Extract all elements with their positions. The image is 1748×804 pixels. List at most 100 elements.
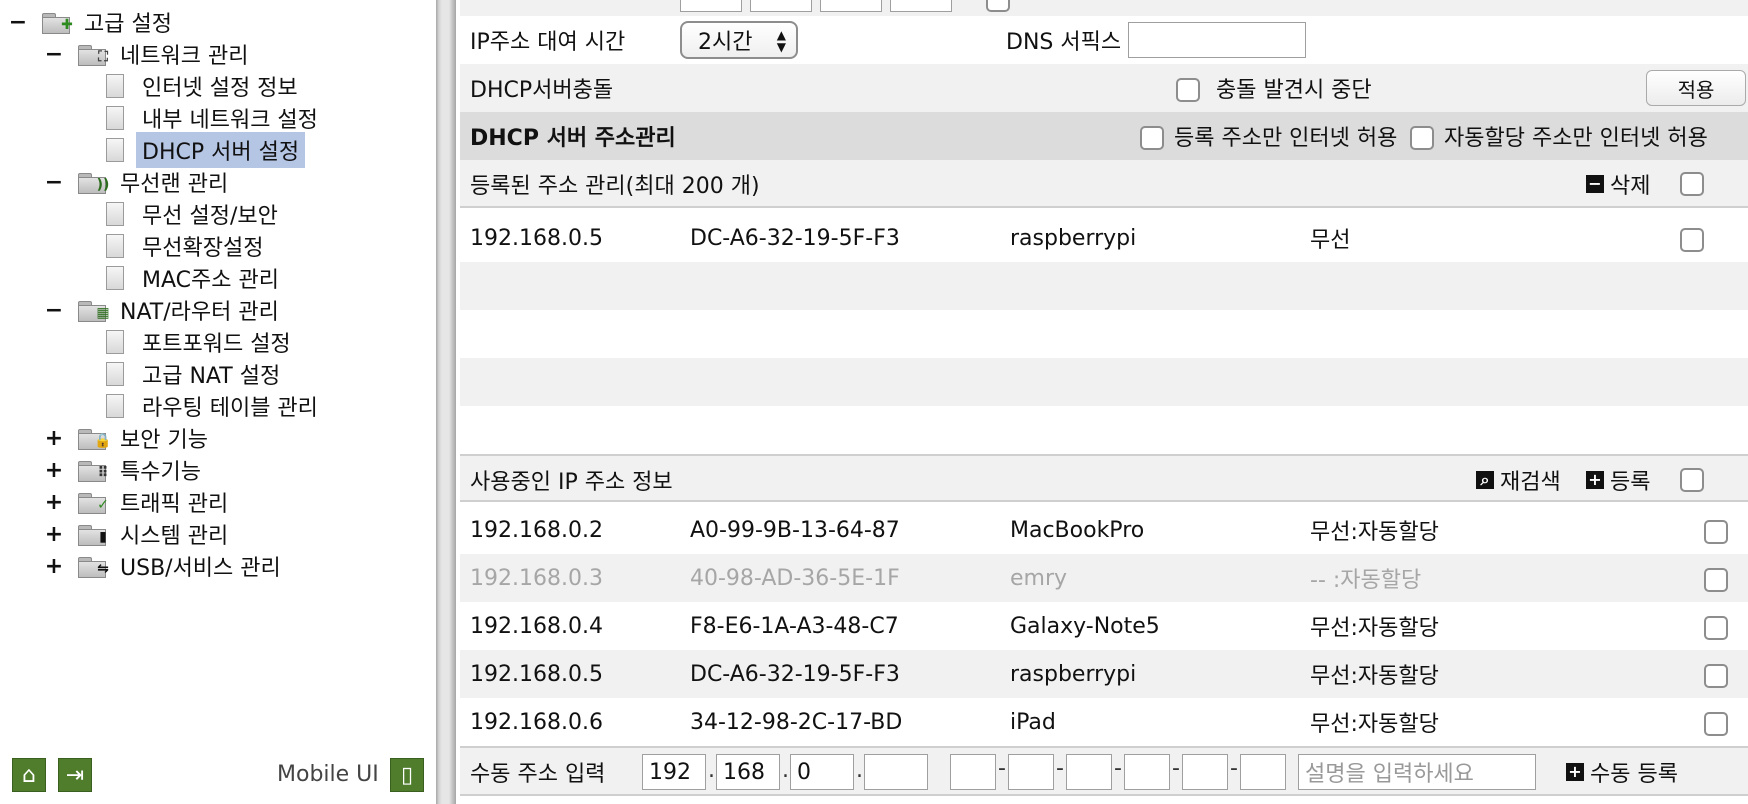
row-checkbox[interactable] bbox=[1704, 520, 1728, 544]
sidebar-footer: ⌂ ⇥ Mobile UI ▯ bbox=[12, 758, 432, 794]
tree-item-mac-management[interactable]: MAC주소 관리 bbox=[106, 262, 285, 294]
collapse-icon[interactable]: − bbox=[45, 294, 63, 326]
tree-item-label-selected: DHCP 서버 설정 bbox=[136, 132, 306, 168]
expand-icon[interactable]: + bbox=[45, 422, 63, 454]
ip-octet-input[interactable] bbox=[890, 0, 952, 12]
description-input[interactable]: 설명을 입력하세요 bbox=[1298, 754, 1536, 790]
mobile-phone-icon[interactable]: ▯ bbox=[390, 758, 424, 792]
collapse-icon[interactable]: − bbox=[9, 6, 27, 38]
tree-item-internal-network[interactable]: 내부 네트워크 설정 bbox=[106, 102, 324, 134]
ip-octet-input[interactable] bbox=[750, 0, 812, 12]
tree-group-label: 트래픽 관리 bbox=[120, 492, 229, 517]
page-icon bbox=[106, 266, 124, 290]
mobile-ui-link[interactable]: Mobile UI bbox=[277, 762, 379, 787]
lease-time-row: IP주소 대여 시간 2시간 ▲ ▼ DNS 서픽스 bbox=[460, 16, 1748, 64]
tree-item-port-forward[interactable]: 포트포워드 설정 bbox=[106, 326, 297, 358]
tree-item-routing-table[interactable]: 라우팅 테이블 관리 bbox=[106, 390, 324, 422]
table-row[interactable]: 192.168.0.4 F8-E6-1A-A3-48-C7 Galaxy-Not… bbox=[460, 602, 1748, 650]
dns-suffix-input[interactable] bbox=[1128, 22, 1306, 58]
dns-suffix-label: DNS 서픽스 bbox=[1006, 30, 1122, 55]
tree-group-wireless[interactable]: − )) 무선랜 관리 bbox=[45, 166, 228, 198]
select-all-in-use-checkbox[interactable] bbox=[1680, 468, 1704, 492]
mac-cell: F8-E6-1A-A3-48-C7 bbox=[690, 613, 899, 639]
row-checkbox[interactable] bbox=[1704, 664, 1728, 688]
tree-item-wireless-extension[interactable]: 무선확장설정 bbox=[106, 230, 269, 262]
collapse-icon[interactable]: − bbox=[45, 38, 63, 70]
tree-item-label: 무선 설정/보안 bbox=[142, 204, 278, 229]
row-checkbox[interactable] bbox=[1704, 616, 1728, 640]
ip-octet-2-input[interactable]: 168 bbox=[716, 754, 780, 790]
expand-icon[interactable]: + bbox=[45, 550, 63, 582]
mac-byte-4-input[interactable] bbox=[1124, 754, 1170, 790]
ip-octet-input[interactable] bbox=[820, 0, 882, 12]
row-checkbox[interactable] bbox=[1680, 228, 1704, 252]
stop-on-conflict-checkbox[interactable] bbox=[1176, 78, 1200, 102]
checkbox[interactable] bbox=[986, 0, 1010, 12]
logout-icon[interactable]: ⇥ bbox=[58, 758, 92, 792]
tree-item-wireless-security[interactable]: 무선 설정/보안 bbox=[106, 198, 284, 230]
tree-item-internet-info[interactable]: 인터넷 설정 정보 bbox=[106, 70, 304, 102]
plus-icon: + bbox=[1566, 763, 1584, 781]
rescan-action[interactable]: ⌕ 재검색 bbox=[1476, 456, 1561, 504]
frame-splitter[interactable] bbox=[436, 0, 456, 804]
dot-separator: . bbox=[856, 758, 863, 783]
tree-group-system[interactable]: + ▮ 시스템 관리 bbox=[45, 518, 229, 550]
table-row[interactable]: 192.168.0.3 40-98-AD-36-5E-1F emry -- :자… bbox=[460, 554, 1748, 602]
manual-register-action[interactable]: + 수동 등록 bbox=[1566, 748, 1678, 796]
mac-byte-5-input[interactable] bbox=[1182, 754, 1228, 790]
search-icon: ⌕ bbox=[1476, 471, 1494, 489]
type-cell: 무선:자동할당 bbox=[1310, 616, 1439, 641]
ip-octet-4-input[interactable] bbox=[864, 754, 928, 790]
home-icon[interactable]: ⌂ bbox=[12, 758, 46, 792]
expand-icon[interactable]: + bbox=[45, 454, 63, 486]
table-row[interactable]: 192.168.0.6 34-12-98-2C-17-BD iPad 무선:자동… bbox=[460, 698, 1748, 746]
dhcp-address-mgmt-header: DHCP 서버 주소관리 등록 주소만 인터넷 허용 자동할당 주소만 인터넷 … bbox=[460, 112, 1748, 160]
mac-byte-2-input[interactable] bbox=[1008, 754, 1054, 790]
type-cell: 무선:자동할당 bbox=[1310, 520, 1439, 545]
ip-cell: 192.168.0.4 bbox=[470, 613, 603, 639]
type-cell: -- :자동할당 bbox=[1310, 568, 1422, 593]
expand-icon[interactable]: + bbox=[45, 486, 63, 518]
registered-section-header: 등록된 주소 관리(최대 200 개) − 삭제 bbox=[460, 160, 1748, 208]
tree-root-advanced[interactable]: − ✚ 고급 설정 bbox=[9, 6, 172, 38]
mac-byte-3-input[interactable] bbox=[1066, 754, 1112, 790]
folder-usb-icon: ⇋ bbox=[78, 554, 112, 578]
tree-group-special[interactable]: + ⠿ 특수기능 bbox=[45, 454, 201, 486]
register-action[interactable]: + 등록 bbox=[1586, 456, 1650, 504]
delete-action[interactable]: − 삭제 bbox=[1586, 160, 1650, 208]
mac-cell: DC-A6-32-19-5F-F3 bbox=[690, 661, 900, 687]
row-checkbox[interactable] bbox=[1704, 712, 1728, 736]
apply-button[interactable]: 적용 bbox=[1646, 70, 1746, 106]
dash-separator: - bbox=[1230, 756, 1238, 781]
lease-time-select[interactable]: 2시간 ▲ ▼ bbox=[680, 21, 798, 59]
registered-only-checkbox[interactable] bbox=[1140, 126, 1164, 150]
table-row[interactable]: 192.168.0.2 A0-99-9B-13-64-87 MacBookPro… bbox=[460, 506, 1748, 554]
tree-group-security[interactable]: + 🔒 보안 기능 bbox=[45, 422, 208, 454]
table-row[interactable]: 192.168.0.5 DC-A6-32-19-5F-F3 raspberryp… bbox=[460, 214, 1748, 262]
tree-group-traffic[interactable]: + ✓ 트래픽 관리 bbox=[45, 486, 229, 518]
tree-group-nat-router[interactable]: − ▦ NAT/라우터 관리 bbox=[45, 294, 279, 326]
collapse-icon[interactable]: − bbox=[45, 166, 63, 198]
registered-only-label: 등록 주소만 인터넷 허용 bbox=[1174, 126, 1398, 151]
mac-byte-1-input[interactable] bbox=[950, 754, 996, 790]
row-checkbox[interactable] bbox=[1704, 568, 1728, 592]
table-row[interactable]: 192.168.0.5 DC-A6-32-19-5F-F3 raspberryp… bbox=[460, 650, 1748, 698]
select-arrows-icon: ▲ ▼ bbox=[776, 28, 786, 54]
ip-octet-input[interactable] bbox=[680, 0, 742, 12]
cutoff-row bbox=[460, 0, 1748, 16]
select-all-registered-checkbox[interactable] bbox=[1680, 172, 1704, 196]
ip-octet-3-input[interactable]: 0 bbox=[790, 754, 854, 790]
auto-only-checkbox[interactable] bbox=[1410, 126, 1434, 150]
tree-group-network[interactable]: − ⛶ 네트워크 관리 bbox=[45, 38, 249, 70]
tree-group-label: 시스템 관리 bbox=[120, 524, 229, 549]
tree-group-usb-service[interactable]: + ⇋ USB/서비스 관리 bbox=[45, 550, 281, 582]
tree-item-advanced-nat[interactable]: 고급 NAT 설정 bbox=[106, 358, 286, 390]
tree-item-dhcp-server[interactable]: DHCP 서버 설정 bbox=[106, 132, 306, 168]
expand-icon[interactable]: + bbox=[45, 518, 63, 550]
sidebar-tree: − ✚ 고급 설정 − ⛶ 네트워크 관리 인터넷 설정 정보 내부 네트워크 … bbox=[0, 0, 436, 804]
mac-byte-6-input[interactable] bbox=[1240, 754, 1286, 790]
dhcp-conflict-row: DHCP서버충돌 충돌 발견시 중단 적용 bbox=[460, 64, 1748, 112]
lease-time-label: IP주소 대여 시간 bbox=[470, 30, 626, 55]
ip-octet-1-input[interactable]: 192 bbox=[642, 754, 706, 790]
page-icon bbox=[106, 234, 124, 258]
